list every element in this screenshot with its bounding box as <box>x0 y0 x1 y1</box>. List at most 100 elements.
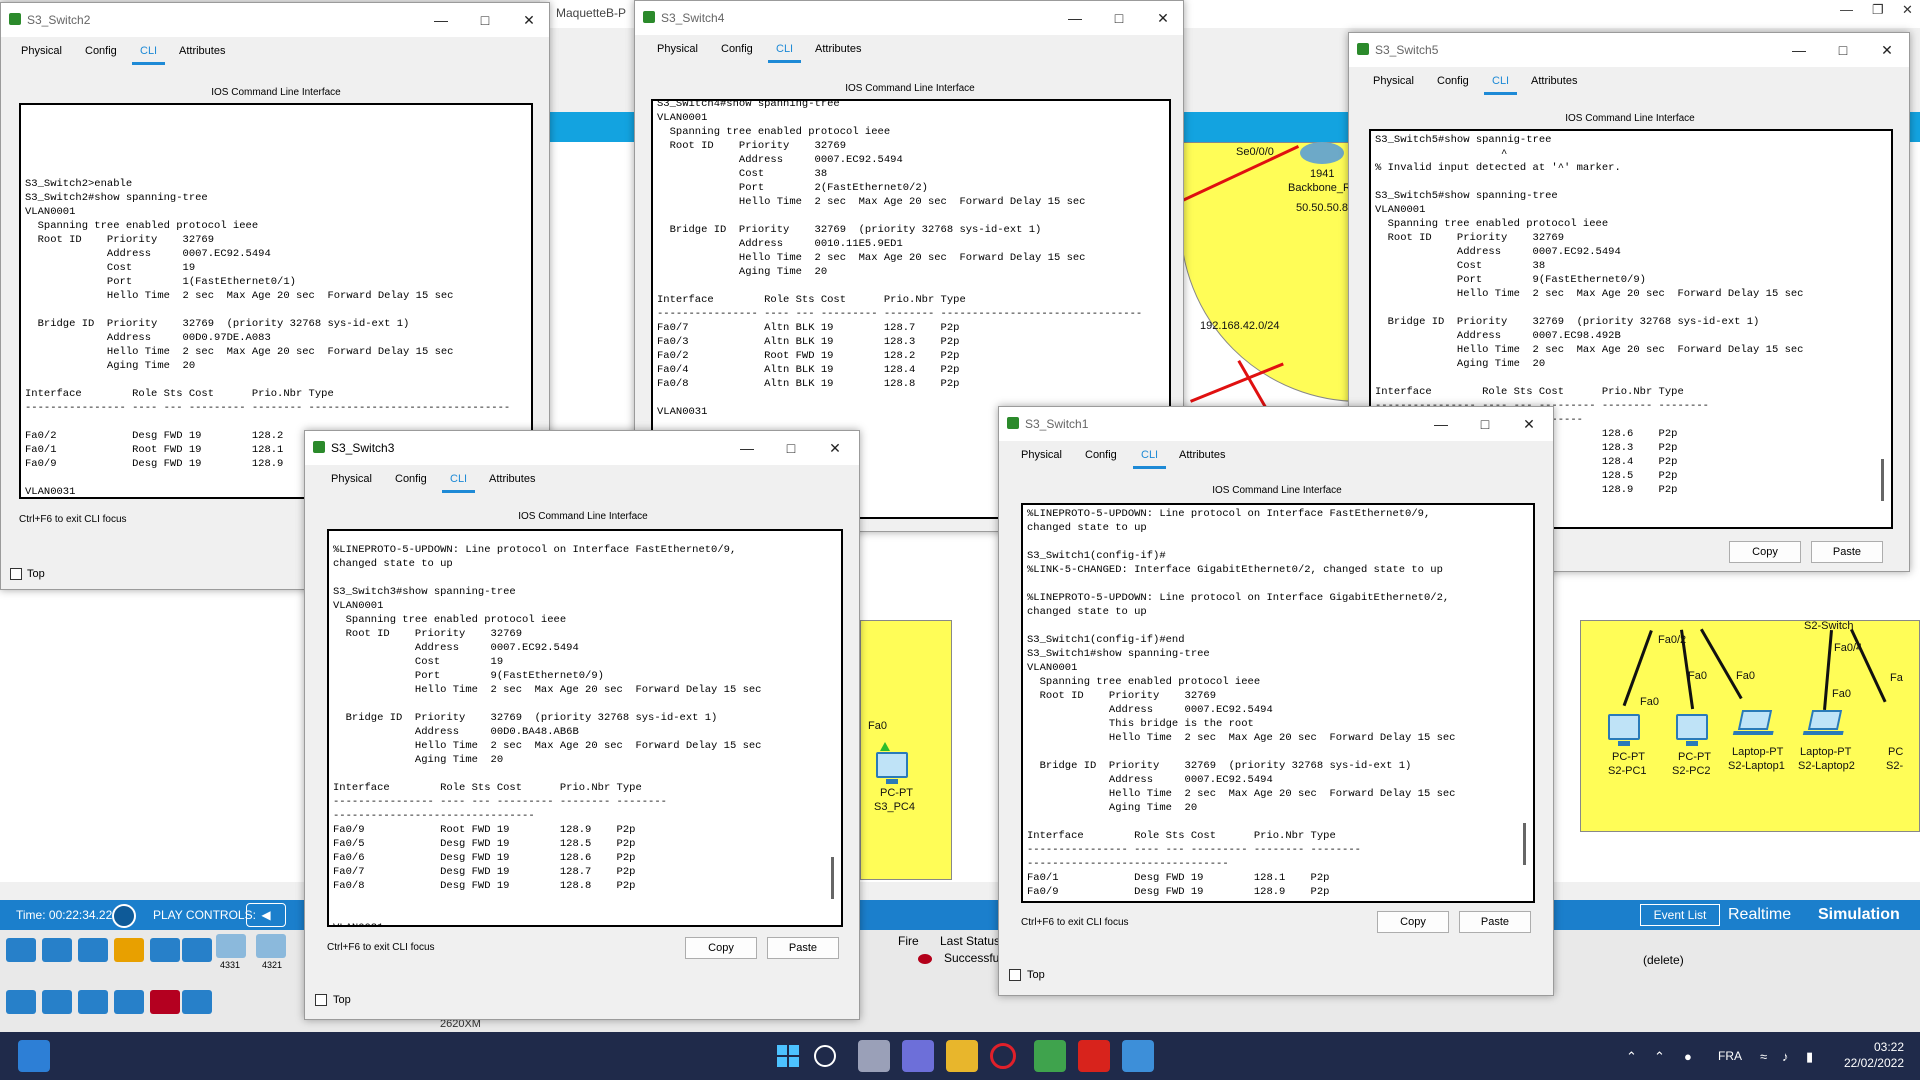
minimize-button[interactable]: — <box>735 437 759 459</box>
acrobat-icon[interactable] <box>1078 1040 1110 1072</box>
window-titlebar[interactable]: S3_Switch2 — □ ✕ <box>1 3 549 37</box>
maximize-button[interactable]: □ <box>779 437 803 459</box>
chevron-up-icon[interactable]: ⌃ <box>1626 1049 1637 1065</box>
file-explorer-icon[interactable] <box>946 1040 978 1072</box>
laptop-icon[interactable] <box>1737 710 1773 730</box>
copy-button[interactable]: Copy <box>1729 541 1801 563</box>
event-list-button[interactable]: Event List <box>1640 904 1720 926</box>
scrollbar-thumb[interactable] <box>1523 823 1526 865</box>
top-checkbox[interactable] <box>1009 969 1021 981</box>
tab-cli[interactable]: CLI <box>1132 449 1167 469</box>
app-minimize-button[interactable]: — <box>1840 2 1853 17</box>
maximize-button[interactable]: □ <box>1107 7 1131 29</box>
cli-terminal[interactable]: %LINEPROTO-5-UPDOWN: Line protocol on In… <box>1021 503 1535 903</box>
pc-icon[interactable] <box>1676 714 1708 746</box>
tab-physical[interactable]: Physical <box>331 473 372 485</box>
chevron-up-icon[interactable]: ⌃ <box>1654 1049 1665 1065</box>
opera-icon[interactable] <box>990 1043 1016 1069</box>
misc-icon[interactable] <box>150 938 180 962</box>
minimize-button[interactable]: — <box>1787 39 1811 61</box>
volume-icon[interactable]: ♪ <box>1782 1049 1789 1064</box>
search-icon[interactable] <box>814 1045 836 1067</box>
router-4321-icon[interactable] <box>256 934 286 958</box>
switches-icon[interactable] <box>42 990 72 1014</box>
scrollbar-thumb[interactable] <box>831 857 834 899</box>
tab-physical[interactable]: Physical <box>1373 75 1414 87</box>
cli-terminal[interactable]: %LINEPROTO-5-UPDOWN: Line protocol on In… <box>327 529 843 927</box>
components-icon[interactable] <box>78 938 108 962</box>
security-icon[interactable] <box>150 990 180 1014</box>
battery-icon[interactable]: ▮ <box>1806 1049 1813 1065</box>
maximize-button[interactable]: □ <box>1831 39 1855 61</box>
close-button[interactable]: ✕ <box>1875 39 1899 61</box>
tab-attributes[interactable]: Attributes <box>1531 75 1577 87</box>
wifi-icon[interactable]: ≈ <box>1760 1049 1767 1064</box>
minimize-button[interactable]: — <box>1429 413 1453 435</box>
tab-attributes[interactable]: Attributes <box>179 45 225 57</box>
paste-button[interactable]: Paste <box>767 937 839 959</box>
maximize-button[interactable]: □ <box>1473 413 1497 435</box>
simulation-button[interactable]: Simulation <box>1818 902 1920 928</box>
tab-attributes[interactable]: Attributes <box>1179 449 1225 461</box>
tab-cli[interactable]: CLI <box>767 43 802 63</box>
minimize-button[interactable]: — <box>1063 7 1087 29</box>
window-titlebar[interactable]: S3_Switch4 — □ ✕ <box>635 1 1183 35</box>
tab-config[interactable]: Config <box>1437 75 1469 87</box>
app-restore-button[interactable]: ❐ <box>1872 2 1884 18</box>
tab-config[interactable]: Config <box>85 45 117 57</box>
widgets-icon[interactable] <box>18 1040 50 1072</box>
wireless-icon[interactable] <box>114 990 144 1014</box>
tab-physical[interactable]: Physical <box>1021 449 1062 461</box>
task-view-icon[interactable] <box>858 1040 890 1072</box>
close-button[interactable]: ✕ <box>517 9 541 31</box>
tab-attributes[interactable]: Attributes <box>815 43 861 55</box>
tab-cli[interactable]: CLI <box>131 45 166 65</box>
router-icon[interactable] <box>1300 142 1344 164</box>
tab-physical[interactable]: Physical <box>21 45 62 57</box>
close-button[interactable]: ✕ <box>1517 413 1541 435</box>
realtime-button[interactable]: Realtime <box>1728 902 1816 928</box>
tab-config[interactable]: Config <box>395 473 427 485</box>
microphone-icon[interactable]: ● <box>1684 1049 1692 1064</box>
tab-config[interactable]: Config <box>1085 449 1117 461</box>
window-titlebar[interactable]: S3_Switch1 — □ ✕ <box>999 407 1553 441</box>
network-devices-icon[interactable] <box>6 938 36 962</box>
back-button[interactable]: ◀ <box>246 903 286 927</box>
window-titlebar[interactable]: S3_Switch3 — □ ✕ <box>305 431 859 465</box>
minimize-button[interactable]: — <box>429 9 453 31</box>
top-checkbox[interactable] <box>10 568 22 580</box>
clock-time[interactable]: 03:22 <box>1842 1040 1904 1054</box>
pdu-delete[interactable]: (delete) <box>1643 953 1684 967</box>
window-titlebar[interactable]: S3_Switch5 — □ ✕ <box>1349 33 1909 67</box>
scrollbar-thumb[interactable] <box>1881 459 1884 501</box>
close-button[interactable]: ✕ <box>823 437 847 459</box>
paste-button[interactable]: Paste <box>1459 911 1531 933</box>
end-devices-icon[interactable] <box>42 938 72 962</box>
pc-icon[interactable] <box>1608 714 1640 746</box>
start-icon[interactable] <box>772 1040 804 1072</box>
language-indicator[interactable]: FRA <box>1718 1049 1742 1063</box>
clock-date[interactable]: 22/02/2022 <box>1832 1056 1904 1070</box>
multiuser-icon[interactable] <box>182 938 212 962</box>
notepad-icon[interactable] <box>1122 1040 1154 1072</box>
hubs-icon[interactable] <box>78 990 108 1014</box>
routers-icon[interactable] <box>6 990 36 1014</box>
close-button[interactable]: ✕ <box>1151 7 1175 29</box>
copy-button[interactable]: Copy <box>685 937 757 959</box>
reset-time-icon[interactable] <box>112 904 136 928</box>
tab-config[interactable]: Config <box>721 43 753 55</box>
top-checkbox[interactable] <box>315 994 327 1006</box>
tab-cli[interactable]: CLI <box>1483 75 1518 95</box>
tab-attributes[interactable]: Attributes <box>489 473 535 485</box>
copy-button[interactable]: Copy <box>1377 911 1449 933</box>
laptop-icon[interactable] <box>1807 710 1843 730</box>
tab-physical[interactable]: Physical <box>657 43 698 55</box>
tab-cli[interactable]: CLI <box>441 473 476 493</box>
teams-icon[interactable] <box>902 1040 934 1072</box>
pc-icon[interactable] <box>876 752 908 784</box>
maximize-button[interactable]: □ <box>473 9 497 31</box>
wan-emulation-icon[interactable] <box>182 990 212 1014</box>
app-close-button[interactable]: ✕ <box>1902 2 1913 18</box>
paste-button[interactable]: Paste <box>1811 541 1883 563</box>
connections-icon[interactable] <box>114 938 144 962</box>
